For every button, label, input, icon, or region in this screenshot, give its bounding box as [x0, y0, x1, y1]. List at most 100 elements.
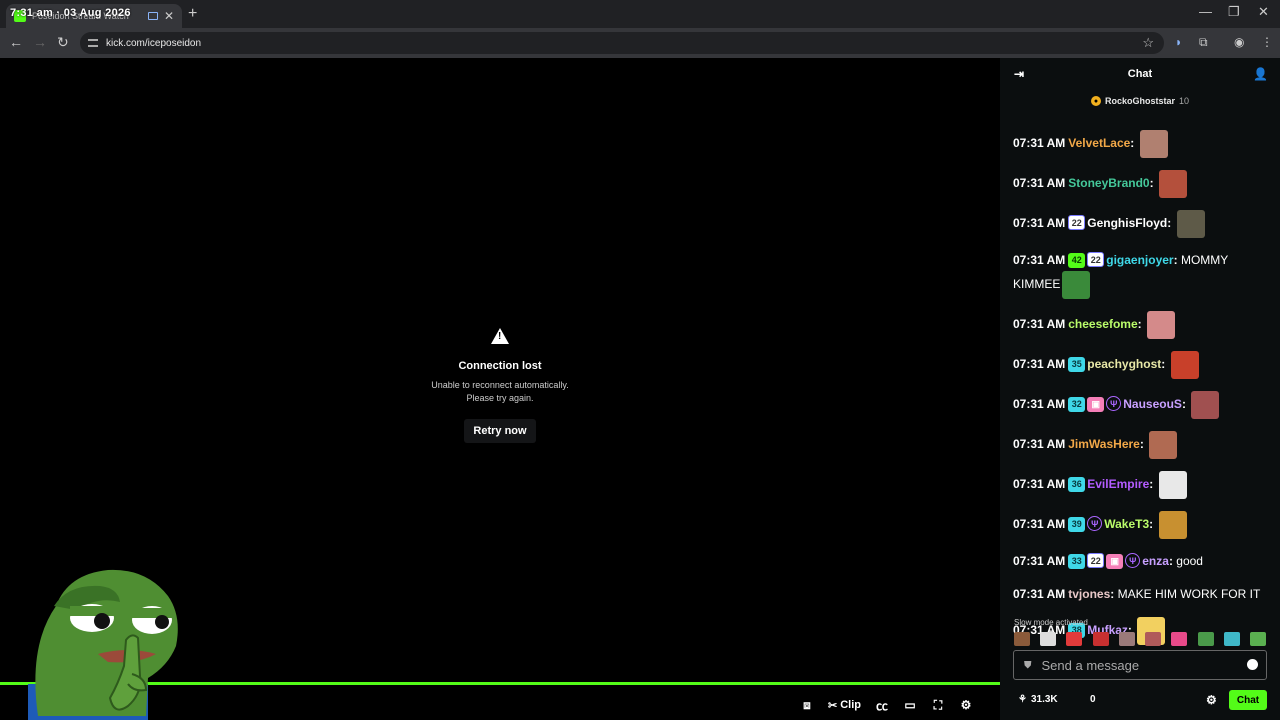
chat-emote-icon[interactable]: [1170, 351, 1199, 379]
chat-message: 07:31 AM cheesefome:: [1013, 311, 1269, 339]
message-username[interactable]: StoneyBrand0: [1068, 176, 1149, 190]
picture-in-picture-icon[interactable]: ⧈: [800, 698, 814, 712]
subscriber-badge: 42: [1068, 253, 1086, 268]
message-username[interactable]: GenghisFloyd: [1087, 216, 1167, 230]
chat-message: 07:31 AM VelvetLace:: [1013, 130, 1269, 158]
message-username[interactable]: WakeT3: [1104, 517, 1149, 531]
chat-emote-icon[interactable]: [1158, 471, 1187, 499]
message-username[interactable]: enza: [1142, 554, 1169, 568]
message-timestamp: 07:31 AM: [1013, 517, 1066, 532]
address-bar[interactable]: kick.com/iceposeidon ☆: [80, 32, 1164, 54]
message-timestamp: 07:31 AM: [1013, 317, 1066, 332]
back-button[interactable]: ←: [9, 34, 23, 50]
user-settings-icon[interactable]: 👤: [1253, 67, 1268, 81]
message-text: MAKE HIM WORK FOR IT: [1117, 587, 1261, 601]
browser-menu-icon[interactable]: ⋮: [1261, 35, 1273, 49]
emote-icon[interactable]: [1249, 632, 1266, 646]
chat-message: 07:31 AM 42 22 gigaenjoyer: MOMMY KIMMEE: [1013, 250, 1269, 299]
minimize-button[interactable]: —: [1199, 4, 1212, 19]
chat-send-button[interactable]: Chat: [1229, 690, 1267, 710]
chat-header: ⇥ Chat 👤: [1000, 58, 1280, 90]
profile-icon[interactable]: ◉: [1234, 35, 1244, 49]
close-tab-icon[interactable]: ✕: [164, 9, 174, 23]
emote-icon[interactable]: [1145, 632, 1162, 646]
chat-emote-icon[interactable]: [1149, 431, 1178, 459]
chat-emote-icon[interactable]: [1062, 271, 1091, 299]
new-tab-button[interactable]: +: [188, 5, 197, 23]
emote-icon[interactable]: [1092, 632, 1109, 646]
username-separator: :: [1181, 397, 1190, 412]
forward-button[interactable]: →: [33, 34, 47, 50]
subscriber-badge: 36: [1068, 477, 1086, 493]
chat-emote-icon[interactable]: [1191, 391, 1220, 419]
emote-icon[interactable]: [1040, 632, 1057, 646]
username-separator: :: [1149, 176, 1157, 191]
clip-button[interactable]: ✂ Clip: [828, 699, 861, 712]
chat-message: 07:31 AM 22 GenghisFloyd:: [1013, 210, 1269, 238]
username-separator: :: [1110, 587, 1118, 601]
emote-icon[interactable]: [1223, 632, 1240, 646]
captions-icon[interactable]: ㏄: [875, 698, 889, 713]
chat-message: 07:31 AM 39 Ψ WakeT3:: [1013, 511, 1269, 539]
extension-icon[interactable]: ◗: [1175, 35, 1182, 49]
message-username[interactable]: EvilEmpire: [1087, 477, 1149, 491]
message-username[interactable]: NauseouS: [1123, 397, 1182, 411]
maximize-button[interactable]: ❐: [1228, 4, 1240, 20]
settings-gear-icon[interactable]: ⚙: [959, 698, 973, 712]
chat-messages: 07:31 AM VelvetLace: 07:31 AM StoneyBrand0…: [1013, 130, 1269, 657]
message-username[interactable]: peachyghost: [1087, 357, 1161, 371]
sub-gifter-badge: 22: [1087, 553, 1105, 568]
collapse-chat-icon[interactable]: ⇥: [1014, 67, 1024, 81]
og-badge-icon: Ψ: [1106, 396, 1122, 412]
close-window-button[interactable]: ✕: [1258, 4, 1269, 20]
theater-mode-icon[interactable]: ▭: [903, 698, 917, 712]
viewer-count: ⚘ 31.3K: [1018, 694, 1058, 705]
message-timestamp: 07:31 AM: [1013, 397, 1066, 412]
slow-mode-notice: Slow mode activated: [1014, 618, 1088, 627]
message-username[interactable]: gigaenjoyer: [1106, 253, 1173, 267]
viewers-icon: ⚘: [1018, 694, 1027, 705]
emoji-picker-icon[interactable]: [1247, 659, 1258, 670]
emote-icon[interactable]: [1014, 632, 1030, 646]
emote-icon[interactable]: [1197, 632, 1214, 646]
message-username[interactable]: tvjones: [1068, 587, 1110, 601]
chat-settings-icon[interactable]: ⚙: [1206, 693, 1217, 707]
error-line-1: Unable to reconnect automatically.: [431, 380, 569, 390]
message-timestamp: 07:31 AM: [1013, 554, 1066, 568]
site-info-icon[interactable]: [88, 39, 98, 47]
emote-icon[interactable]: [1118, 632, 1135, 646]
chat-panel: ⇥ Chat 👤 ● RockoGhoststar 10 07:31 AM Vel…: [1000, 58, 1280, 720]
chat-emote-icon[interactable]: [1158, 511, 1187, 539]
chat-footer: ⚘ 31.3K 0 ⚙ Chat: [1000, 690, 1280, 714]
subscriber-badge: 35: [1068, 357, 1086, 373]
message-timestamp: 07:31 AM: [1013, 253, 1066, 267]
reload-button[interactable]: ↻: [57, 34, 69, 51]
pinned-gifter[interactable]: ● RockoGhoststar 10: [1000, 90, 1280, 112]
fullscreen-icon[interactable]: ⛶: [931, 698, 945, 712]
chat-emote-icon[interactable]: [1139, 130, 1168, 158]
message-timestamp: 07:31 AM: [1013, 587, 1066, 601]
message-username[interactable]: VelvetLace: [1068, 136, 1130, 150]
message-timestamp: 07:31 AM: [1013, 176, 1066, 191]
sub-gifter-badge: 22: [1068, 215, 1086, 231]
error-line-2: Please try again.: [466, 393, 534, 403]
chat-emote-icon[interactable]: [1176, 210, 1205, 238]
coin-icon: ●: [1090, 96, 1101, 106]
message-timestamp: 07:31 AM: [1013, 357, 1066, 372]
message-text: good: [1176, 554, 1203, 568]
chat-emote-icon[interactable]: [1146, 311, 1175, 339]
retry-button[interactable]: Retry now: [464, 419, 536, 443]
clip-icon: ✂: [828, 699, 838, 712]
subscriber-badge: 39: [1068, 517, 1086, 533]
emote-icon[interactable]: [1171, 632, 1188, 646]
bookmark-star-icon[interactable]: ☆: [1142, 35, 1154, 51]
message-username[interactable]: JimWasHere: [1068, 437, 1140, 451]
message-timestamp: 07:31 AM: [1013, 437, 1066, 452]
chat-emote-icon[interactable]: [1158, 170, 1187, 198]
chat-message-input[interactable]: ⛊ Send a message: [1013, 650, 1267, 680]
emote-icon[interactable]: [1066, 632, 1083, 646]
warning-icon: !: [491, 328, 509, 344]
shield-icon: ⛊: [1024, 659, 1032, 671]
extensions-puzzle-icon[interactable]: ⧉: [1199, 35, 1208, 50]
message-username[interactable]: cheesefome: [1068, 317, 1137, 331]
